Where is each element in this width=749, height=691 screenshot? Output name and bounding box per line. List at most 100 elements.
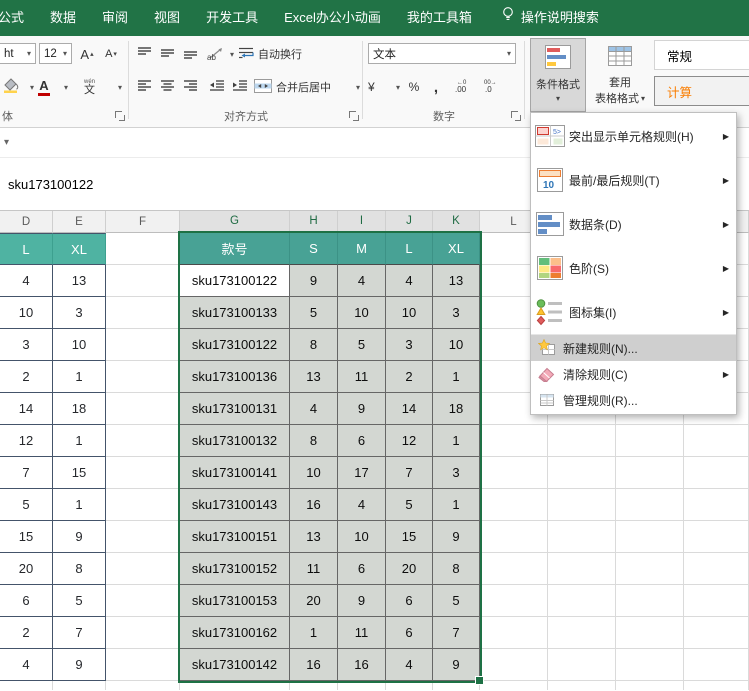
percent-style-button[interactable]: %: [404, 76, 424, 98]
align-left-button[interactable]: [134, 76, 155, 98]
menu-item-clear-rules[interactable]: 清除规则(C) ▶: [531, 361, 736, 387]
left-table-cell-l[interactable]: 2: [0, 617, 53, 649]
empty-cell[interactable]: [106, 329, 180, 361]
cell-style-calculation[interactable]: 计算: [654, 76, 749, 106]
align-middle-button[interactable]: [157, 43, 178, 65]
empty-cell[interactable]: [386, 681, 433, 690]
size-s-cell[interactable]: 16: [290, 489, 338, 521]
size-xl-cell[interactable]: 9: [433, 521, 480, 553]
left-table-cell-xl[interactable]: 18: [53, 393, 106, 425]
empty-cell[interactable]: [684, 681, 749, 690]
left-table-header-xl[interactable]: XL: [53, 233, 106, 265]
column-header-h[interactable]: H: [290, 211, 338, 233]
column-header-k[interactable]: K: [433, 211, 480, 233]
size-xl-cell[interactable]: 3: [433, 457, 480, 489]
size-l-cell[interactable]: 3: [386, 329, 433, 361]
left-table-cell-l[interactable]: 3: [0, 329, 53, 361]
empty-cell[interactable]: [0, 681, 53, 690]
empty-cell[interactable]: [106, 649, 180, 681]
empty-cell[interactable]: [684, 489, 749, 521]
empty-cell[interactable]: [616, 489, 684, 521]
sku-cell[interactable]: sku173100152: [180, 553, 290, 585]
empty-cell[interactable]: [106, 393, 180, 425]
empty-cell[interactable]: [480, 457, 548, 489]
sku-cell[interactable]: sku173100142: [180, 649, 290, 681]
size-xl-cell[interactable]: 5: [433, 585, 480, 617]
right-table-header-s[interactable]: S: [290, 233, 338, 265]
size-l-cell[interactable]: 14: [386, 393, 433, 425]
size-m-cell[interactable]: 11: [338, 617, 386, 649]
ribbon-tab-formulas[interactable]: 公式: [0, 0, 37, 36]
menu-item-highlight-cells-rules[interactable]: 5> 突出显示单元格规则(H) ▶: [531, 114, 736, 158]
align-bottom-button[interactable]: [180, 43, 201, 65]
conditional-formatting-button[interactable]: 条件格式 ▾: [530, 38, 586, 112]
size-xl-cell[interactable]: 7: [433, 617, 480, 649]
empty-cell[interactable]: [684, 425, 749, 457]
size-s-cell[interactable]: 13: [290, 521, 338, 553]
size-xl-cell[interactable]: 3: [433, 297, 480, 329]
column-header-f[interactable]: F: [106, 211, 180, 233]
empty-cell[interactable]: [480, 553, 548, 585]
size-s-cell[interactable]: 11: [290, 553, 338, 585]
empty-cell[interactable]: [616, 521, 684, 553]
left-table-cell-xl[interactable]: 10: [53, 329, 106, 361]
empty-cell[interactable]: [616, 425, 684, 457]
ribbon-tab-my-toolbox[interactable]: 我的工具箱: [394, 0, 485, 36]
increase-decimal-button[interactable]: ←0.00: [450, 76, 476, 98]
right-table-header-m[interactable]: M: [338, 233, 386, 265]
sku-cell[interactable]: sku173100122: [180, 265, 290, 297]
empty-cell[interactable]: [684, 649, 749, 681]
tell-me-search[interactable]: 操作说明搜索: [493, 0, 607, 36]
empty-cell[interactable]: [106, 553, 180, 585]
empty-cell[interactable]: [480, 617, 548, 649]
empty-cell[interactable]: [616, 649, 684, 681]
empty-cell[interactable]: [548, 681, 616, 690]
ribbon-tab-review[interactable]: 审阅: [89, 0, 141, 36]
empty-cell[interactable]: [106, 297, 180, 329]
decrease-font-size-button[interactable]: A▾: [99, 43, 123, 65]
empty-cell[interactable]: [180, 681, 290, 690]
size-m-cell[interactable]: 16: [338, 649, 386, 681]
size-m-cell[interactable]: 6: [338, 425, 386, 457]
left-table-cell-l[interactable]: 14: [0, 393, 53, 425]
empty-cell[interactable]: [106, 521, 180, 553]
empty-cell[interactable]: [480, 585, 548, 617]
empty-cell[interactable]: [548, 649, 616, 681]
size-xl-cell[interactable]: 9: [433, 649, 480, 681]
decrease-indent-button[interactable]: [206, 76, 227, 98]
empty-cell[interactable]: [616, 681, 684, 690]
size-xl-cell[interactable]: 13: [433, 265, 480, 297]
comma-style-button[interactable]: ,: [426, 76, 446, 98]
menu-item-top-bottom-rules[interactable]: 10 最前/最后规则(T) ▶: [531, 158, 736, 202]
phonetic-guide-button[interactable]: wén 文 ▾: [84, 76, 122, 98]
sku-cell[interactable]: sku173100133: [180, 297, 290, 329]
left-table-cell-l[interactable]: 12: [0, 425, 53, 457]
size-s-cell[interactable]: 16: [290, 649, 338, 681]
increase-font-size-button[interactable]: A▴: [75, 43, 99, 65]
empty-cell[interactable]: [53, 681, 106, 690]
empty-cell[interactable]: [548, 617, 616, 649]
left-table-cell-l[interactable]: 7: [0, 457, 53, 489]
left-table-cell-xl[interactable]: 1: [53, 425, 106, 457]
empty-cell[interactable]: [548, 457, 616, 489]
empty-cell[interactable]: [480, 521, 548, 553]
size-l-cell[interactable]: 12: [386, 425, 433, 457]
size-l-cell[interactable]: 6: [386, 617, 433, 649]
size-s-cell[interactable]: 8: [290, 329, 338, 361]
align-right-button[interactable]: [180, 76, 201, 98]
sku-cell[interactable]: sku173100153: [180, 585, 290, 617]
sku-cell[interactable]: sku173100141: [180, 457, 290, 489]
empty-cell[interactable]: [684, 457, 749, 489]
menu-item-new-rule[interactable]: 新建规则(N)...: [531, 334, 736, 361]
font-name-combo[interactable]: ht ▾: [0, 43, 36, 64]
orientation-button[interactable]: ab ▾: [206, 43, 234, 65]
left-table-cell-xl[interactable]: 1: [53, 361, 106, 393]
sku-cell[interactable]: sku173100131: [180, 393, 290, 425]
left-table-cell-l[interactable]: 6: [0, 585, 53, 617]
left-table-cell-xl[interactable]: 13: [53, 265, 106, 297]
font-size-combo[interactable]: 12 ▾: [39, 43, 72, 64]
align-top-button[interactable]: [134, 43, 155, 65]
increase-indent-button[interactable]: [229, 76, 250, 98]
size-l-cell[interactable]: 4: [386, 649, 433, 681]
empty-cell[interactable]: [106, 361, 180, 393]
